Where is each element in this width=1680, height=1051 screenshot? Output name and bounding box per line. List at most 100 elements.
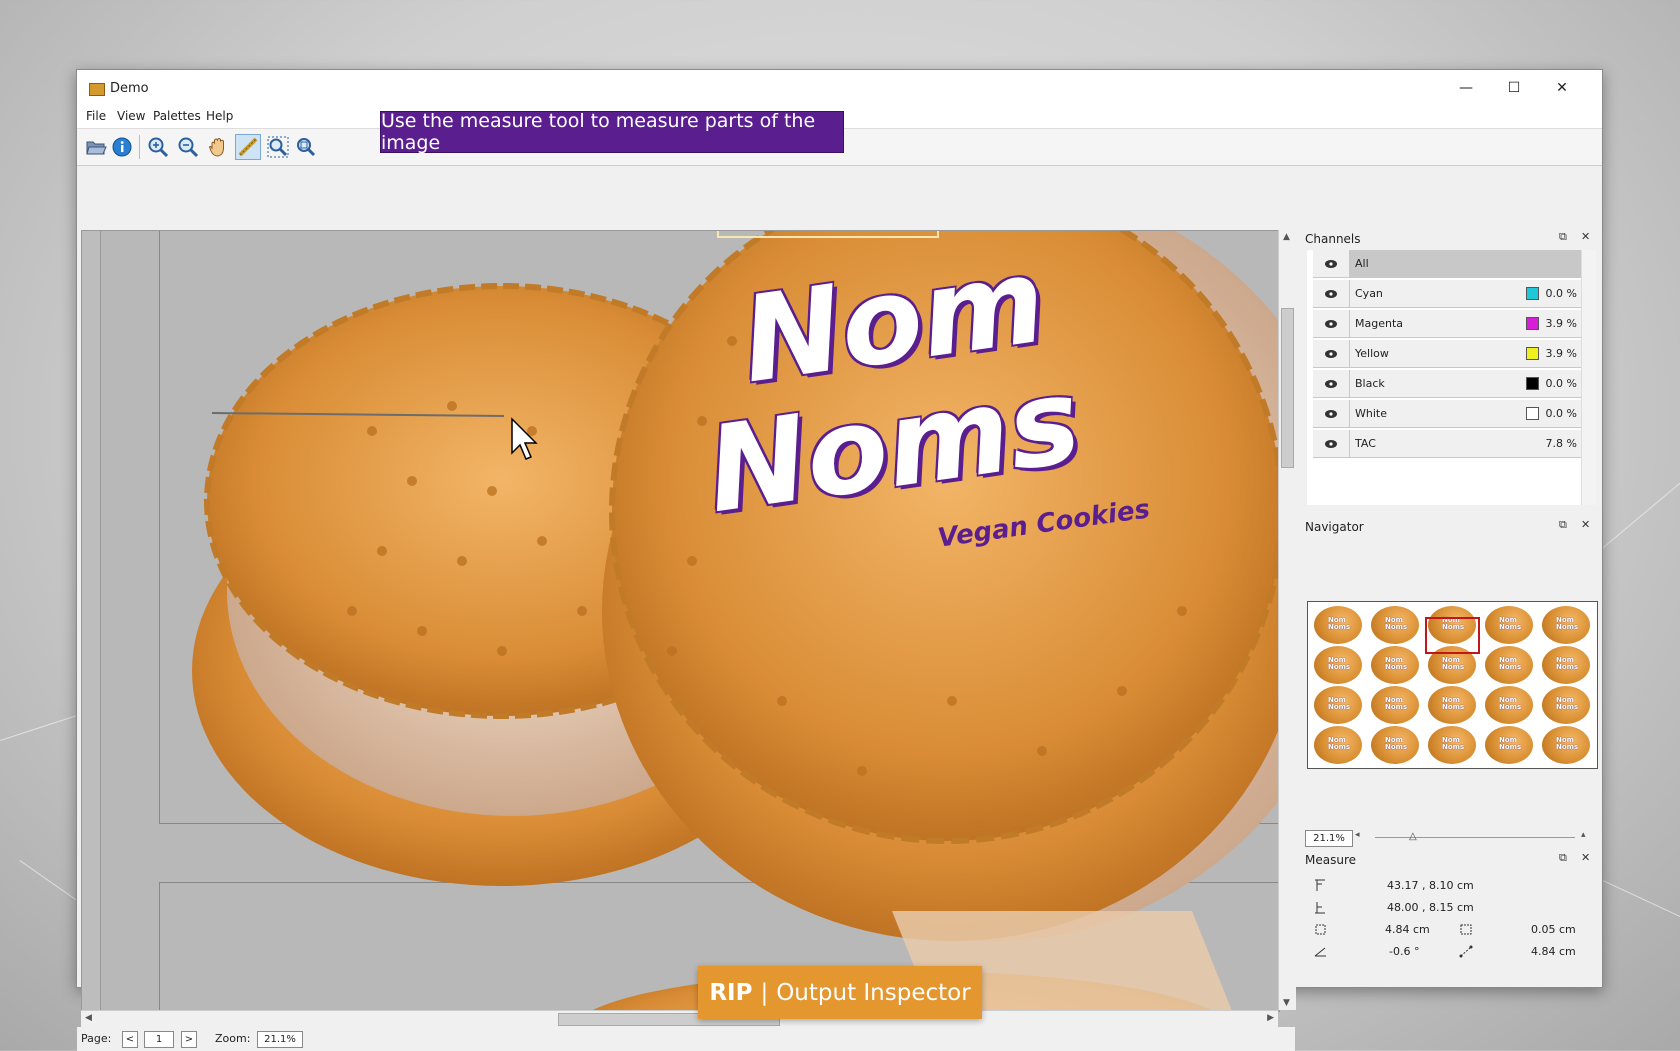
badge-rip: RIP bbox=[709, 979, 753, 1006]
vertical-scroll-thumb[interactable] bbox=[1281, 308, 1294, 468]
open-icon[interactable] bbox=[83, 134, 109, 160]
zoom-input[interactable]: 21.1% bbox=[257, 1031, 303, 1048]
channels-panel-title: Channels bbox=[1305, 232, 1361, 246]
channels-undock-icon[interactable]: ⧉ bbox=[1559, 230, 1567, 244]
slider-handle-icon[interactable]: △ bbox=[1409, 831, 1417, 842]
zoom-in-small-icon[interactable]: ▴ bbox=[1581, 830, 1586, 840]
channel-row-magenta[interactable]: Magenta 3.9 % bbox=[1313, 310, 1583, 338]
channel-swatch bbox=[1526, 377, 1539, 390]
channel-name: TAC bbox=[1355, 437, 1376, 450]
app-folder-icon bbox=[89, 83, 105, 96]
channels-close-icon[interactable]: ✕ bbox=[1581, 230, 1590, 243]
channel-row-cyan[interactable]: Cyan 0.0 % bbox=[1313, 280, 1583, 308]
menu-help[interactable]: Help bbox=[206, 109, 233, 123]
prev-page-button[interactable]: < bbox=[122, 1031, 138, 1048]
measure-end-value: 48.00 , 8.15 cm bbox=[1387, 901, 1474, 914]
navigator-viewport-rect[interactable] bbox=[1425, 617, 1480, 654]
scroll-up-icon[interactable]: ▲ bbox=[1283, 232, 1290, 242]
menu-palettes[interactable]: Palettes bbox=[153, 109, 201, 123]
measure-tool-icon[interactable] bbox=[235, 134, 261, 160]
menu-view[interactable]: View bbox=[117, 109, 145, 123]
zoom-out-small-icon[interactable]: ◂ bbox=[1355, 830, 1360, 840]
width-icon bbox=[1315, 924, 1326, 935]
measure-undock-icon[interactable]: ⧉ bbox=[1559, 851, 1567, 865]
measure-start-row: 43.17 , 8.10 cm bbox=[1305, 876, 1595, 896]
angle-icon bbox=[1314, 947, 1326, 957]
navigator-zoom-slider[interactable] bbox=[1375, 837, 1575, 838]
channel-value: 7.8 % bbox=[1545, 437, 1577, 450]
measure-panel-title: Measure bbox=[1305, 853, 1356, 867]
end-point-icon bbox=[1315, 902, 1325, 914]
channels-scrollbar[interactable] bbox=[1581, 250, 1596, 505]
navigator-cookie-thumb: Nom Noms bbox=[1485, 606, 1533, 644]
zoom-out-icon[interactable] bbox=[175, 134, 201, 160]
channel-swatch bbox=[1526, 347, 1539, 360]
pan-hand-icon[interactable] bbox=[205, 134, 231, 160]
channel-value: 3.9 % bbox=[1545, 317, 1577, 330]
navigator-close-icon[interactable]: ✕ bbox=[1581, 518, 1590, 531]
channel-name: Black bbox=[1355, 377, 1385, 390]
channel-row-all[interactable]: All bbox=[1313, 250, 1583, 278]
navigator-cookie-thumb: Nom Noms bbox=[1428, 686, 1476, 724]
navigator-cookie-thumb: Nom Noms bbox=[1485, 686, 1533, 724]
document-canvas[interactable]: Nom Noms Vegan Cookies bbox=[81, 230, 1280, 1012]
zoom-in-icon[interactable] bbox=[145, 134, 171, 160]
channel-row-yellow[interactable]: Yellow 3.9 % bbox=[1313, 340, 1583, 368]
navigator-cookie-thumb: Nom Noms bbox=[1542, 646, 1590, 684]
channel-row-tac[interactable]: TAC 7.8 % bbox=[1313, 430, 1583, 458]
navigator-cookie-thumb: Nom Noms bbox=[1314, 686, 1362, 724]
horizontal-scrollbar[interactable]: ◀ ▶ bbox=[81, 1010, 1278, 1028]
channel-name: Yellow bbox=[1355, 347, 1389, 360]
navigator-thumbnail[interactable]: Nom Noms Nom Noms Nom Noms Nom Noms Nom Noms Nom No… bbox=[1307, 601, 1598, 769]
measure-end-row: 48.00 , 8.15 cm bbox=[1305, 898, 1595, 918]
channel-name: White bbox=[1355, 407, 1387, 420]
next-page-button[interactable]: > bbox=[181, 1031, 197, 1048]
channel-row-black[interactable]: Black 0.0 % bbox=[1313, 370, 1583, 398]
channel-name: Cyan bbox=[1355, 287, 1383, 300]
channel-value: 0.0 % bbox=[1545, 377, 1577, 390]
measure-start-value: 43.17 , 8.10 cm bbox=[1387, 879, 1474, 892]
tip-banner: Use the measure tool to measure parts of… bbox=[380, 110, 844, 154]
eye-icon[interactable] bbox=[1313, 250, 1350, 277]
eye-icon[interactable] bbox=[1313, 370, 1350, 397]
product-badge: RIP | Output Inspector bbox=[698, 966, 982, 1019]
page-label: Page: bbox=[81, 1032, 112, 1045]
eye-icon[interactable] bbox=[1313, 400, 1350, 427]
menu-file[interactable]: File bbox=[86, 109, 106, 123]
navigator-panel-title: Navigator bbox=[1305, 520, 1364, 534]
navigator-cookie-thumb: Nom Noms bbox=[1428, 726, 1476, 764]
eye-icon[interactable] bbox=[1313, 430, 1350, 457]
start-point-icon bbox=[1315, 879, 1325, 891]
zoom-fit-icon[interactable] bbox=[293, 134, 319, 160]
scroll-down-icon[interactable]: ▼ bbox=[1283, 998, 1290, 1008]
eye-icon[interactable] bbox=[1313, 280, 1350, 307]
page-number-input[interactable]: 1 bbox=[144, 1031, 174, 1048]
info-icon[interactable] bbox=[109, 134, 135, 160]
navigator-cookie-thumb: Nom Noms bbox=[1371, 726, 1419, 764]
eye-icon[interactable] bbox=[1313, 310, 1350, 337]
navigator-cookie-thumb: Nom Noms bbox=[1314, 726, 1362, 764]
navigator-cookie-thumb: Nom Noms bbox=[1314, 646, 1362, 684]
navigator-cookie-thumb: Nom Noms bbox=[1542, 606, 1590, 644]
channel-name: All bbox=[1355, 257, 1369, 270]
measure-height-value: 0.05 cm bbox=[1531, 923, 1576, 936]
scroll-left-icon[interactable]: ◀ bbox=[85, 1013, 92, 1023]
measure-distance-value: 4.84 cm bbox=[1531, 945, 1576, 958]
maximize-button[interactable]: ☐ bbox=[1490, 70, 1538, 106]
navigator-zoom-input[interactable]: 21.1% bbox=[1305, 830, 1353, 847]
cookie-artwork bbox=[192, 231, 1279, 1011]
channel-name: Magenta bbox=[1355, 317, 1404, 330]
minimize-button[interactable]: — bbox=[1442, 70, 1490, 106]
title-bar: Demo — ☐ ✕ bbox=[77, 70, 1602, 106]
eye-icon[interactable] bbox=[1313, 340, 1350, 367]
navigator-undock-icon[interactable]: ⧉ bbox=[1559, 518, 1567, 532]
measure-close-icon[interactable]: ✕ bbox=[1581, 851, 1590, 864]
vertical-scrollbar[interactable]: ▲ ▼ bbox=[1278, 230, 1296, 1010]
close-button[interactable]: ✕ bbox=[1538, 70, 1586, 106]
scroll-right-icon[interactable]: ▶ bbox=[1267, 1013, 1274, 1023]
zoom-area-icon[interactable] bbox=[265, 134, 291, 160]
badge-product: Output Inspector bbox=[776, 979, 971, 1006]
height-icon bbox=[1460, 924, 1472, 935]
navigator-cookie-thumb: Nom Noms bbox=[1542, 726, 1590, 764]
channel-row-white[interactable]: White 0.0 % bbox=[1313, 400, 1583, 428]
